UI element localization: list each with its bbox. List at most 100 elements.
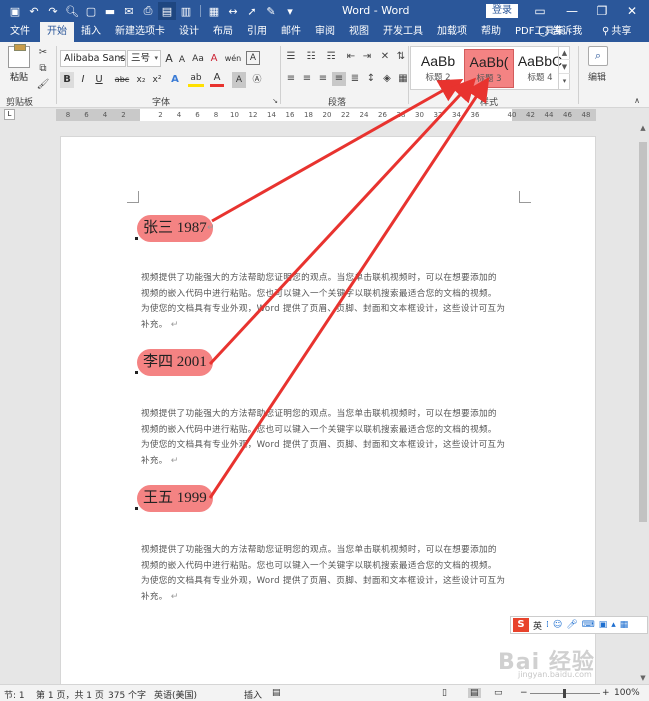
status-section[interactable]: 节: 1 (4, 688, 25, 701)
email-icon[interactable]: ✉ (120, 2, 138, 20)
layout-icon[interactable]: ▥ (177, 2, 195, 20)
align-left-icon[interactable]: ≡ (284, 72, 298, 86)
ribbon-display-icon[interactable]: ▭ (524, 0, 556, 22)
copy-icon[interactable]: ⧉ (36, 62, 50, 76)
change-case-button[interactable]: Aa (190, 51, 206, 67)
open-folder-icon[interactable]: ▬ (101, 2, 119, 20)
restore-button[interactable]: ❐ (586, 0, 618, 22)
zoom-out-icon[interactable]: − (520, 688, 528, 698)
print-preview-icon[interactable]: 🔍︎ (63, 2, 81, 20)
enclose-char-button[interactable]: Ⓐ (250, 72, 264, 88)
horizontal-ruler[interactable]: 8 6 4 2 2 4 6 8 10 12 14 16 18 20 22 24 26 28 30 32 34 36 40 42… (56, 109, 596, 121)
tab-help[interactable]: 帮助 (474, 22, 508, 42)
status-page[interactable]: 第 1 页，共 1 页 (36, 688, 104, 701)
punctuation-icon[interactable]: ⁞ (546, 620, 549, 630)
new-document-icon[interactable]: ▢ (82, 2, 100, 20)
pointer-icon[interactable]: ➚ (243, 2, 261, 20)
numbering-icon[interactable]: ☷ (304, 50, 318, 64)
ime-toolbar[interactable]: S 英 ⁞ ☺ 🎤︎ ⌨ ▣ ▴ ▦ (510, 616, 648, 634)
columns-icon[interactable]: ▦ (205, 2, 223, 20)
collapse-ribbon-icon[interactable]: ∧ (630, 94, 644, 108)
status-words[interactable]: 375 个字 (108, 688, 146, 701)
scroll-up-icon[interactable]: ▲ (637, 122, 649, 134)
font-color-button[interactable]: A (210, 72, 224, 87)
page-icon[interactable]: ▤ (158, 2, 176, 20)
clear-format-button[interactable]: A (208, 51, 220, 67)
zoom-slider-thumb[interactable] (563, 689, 566, 698)
tab-addins[interactable]: 加载项 (430, 22, 474, 42)
chevron-down-icon[interactable]: ▼ (559, 60, 570, 74)
customize-qat-icon[interactable]: ▾ (281, 2, 299, 20)
highlight-button[interactable]: ab (188, 72, 204, 87)
format-painter-icon[interactable]: 🖌︎ (36, 78, 50, 92)
style-heading-3[interactable]: AaBb( 标题 3 (464, 49, 514, 88)
login-button[interactable]: 登录 (486, 4, 518, 18)
voice-icon[interactable]: 🎤︎ (566, 620, 577, 630)
tab-references[interactable]: 引用 (240, 22, 274, 42)
tab-insert[interactable]: 插入 (74, 22, 108, 42)
subscript-button[interactable]: x₂ (134, 72, 148, 88)
tab-new-tab[interactable]: 新建选项卡 (108, 22, 172, 42)
body-paragraph[interactable]: 视频提供了功能强大的方法帮助您证明您的观点。当您单击联机视频时，可以在想要添加的… (141, 407, 519, 470)
fit-width-icon[interactable]: ↔ (224, 2, 242, 20)
grow-font-button[interactable]: A (163, 51, 175, 67)
macro-record-icon[interactable]: ▤ (272, 688, 281, 698)
chevron-up-icon[interactable]: ▲ (559, 46, 570, 60)
decrease-indent-icon[interactable]: ⇤ (344, 50, 358, 64)
increase-indent-icon[interactable]: ⇥ (360, 50, 374, 64)
status-insert-mode[interactable]: 插入 (244, 688, 262, 701)
char-border-button[interactable]: A (246, 51, 260, 65)
zoom-in-icon[interactable]: + (602, 688, 610, 698)
tab-design[interactable]: 设计 (172, 22, 206, 42)
quick-print-icon[interactable]: ⎙ (139, 2, 157, 20)
phonetic-guide-button[interactable]: wén (222, 51, 244, 67)
scroll-thumb[interactable] (639, 142, 647, 522)
multilevel-list-icon[interactable]: ☶ (324, 50, 338, 64)
char-shading-button[interactable]: A (232, 72, 246, 88)
draw-icon[interactable]: ✎ (262, 2, 280, 20)
tab-file[interactable]: 文件 (0, 22, 40, 42)
strikethrough-button[interactable]: abc (112, 72, 132, 88)
font-size-combo[interactable]: 三号 ▾ (127, 50, 161, 67)
status-language[interactable]: 英语(美国) (154, 688, 197, 701)
justify-icon[interactable]: ≡ (332, 72, 346, 86)
share-button[interactable]: ⚲ 共享 (602, 22, 631, 42)
close-button[interactable]: ✕ (616, 0, 648, 22)
tab-selector[interactable]: L (4, 109, 15, 120)
skin-icon[interactable]: ▣ (599, 620, 608, 630)
body-paragraph[interactable]: 视频提供了功能强大的方法帮助您证明您的观点。当您单击联机视频时，可以在想要添加的… (141, 271, 519, 334)
font-name-combo[interactable]: Alibaba Sans ▾ (60, 50, 126, 67)
line-spacing-icon[interactable]: ↕ (364, 72, 378, 86)
underline-button[interactable]: U (92, 72, 106, 88)
chinese-layout-icon[interactable]: ✕ (378, 50, 392, 64)
toolbox-icon[interactable]: ▴ (611, 620, 616, 630)
ime-language[interactable]: 英 (533, 619, 542, 632)
text-effects-button[interactable]: A (168, 72, 182, 88)
distributed-icon[interactable]: ≣ (348, 72, 362, 86)
tab-review[interactable]: 审阅 (308, 22, 342, 42)
scroll-down-icon[interactable]: ▼ (637, 672, 649, 684)
cut-icon[interactable]: ✂ (36, 46, 50, 60)
minimize-button[interactable]: — (556, 0, 588, 22)
settings-icon[interactable]: ▦ (620, 620, 629, 630)
emoji-icon[interactable]: ☺ (553, 620, 562, 630)
style-heading-2[interactable]: AaBb 标题 2 (413, 49, 463, 88)
tab-mailings[interactable]: 邮件 (274, 22, 308, 42)
read-mode-icon[interactable]: ▯ (442, 688, 447, 698)
document-page[interactable]: 张三 1987 ↵ 视频提供了功能强大的方法帮助您证明您的观点。当您单击联机视频… (60, 136, 596, 684)
print-layout-icon[interactable]: ▤ (468, 688, 481, 698)
editing-button[interactable]: ⌕ (584, 46, 612, 86)
save-icon[interactable]: ▣ (6, 2, 24, 20)
tab-layout[interactable]: 布局 (206, 22, 240, 42)
shrink-font-button[interactable]: A (176, 52, 188, 68)
web-layout-icon[interactable]: ▭ (494, 688, 503, 698)
tab-home[interactable]: 开始 (40, 22, 74, 42)
tab-developer[interactable]: 开发工具 (376, 22, 430, 42)
tell-me-box[interactable]: ◯ 告诉我 (538, 22, 582, 42)
align-center-icon[interactable]: ≡ (300, 72, 314, 86)
body-paragraph[interactable]: 视频提供了功能强大的方法帮助您证明您的观点。当您单击联机视频时，可以在想要添加的… (141, 543, 519, 606)
italic-button[interactable]: I (76, 72, 90, 88)
gallery-more-icon[interactable]: ▾ (559, 74, 570, 88)
shading-icon[interactable]: ◈ (380, 72, 394, 86)
bold-button[interactable]: B (60, 72, 74, 88)
